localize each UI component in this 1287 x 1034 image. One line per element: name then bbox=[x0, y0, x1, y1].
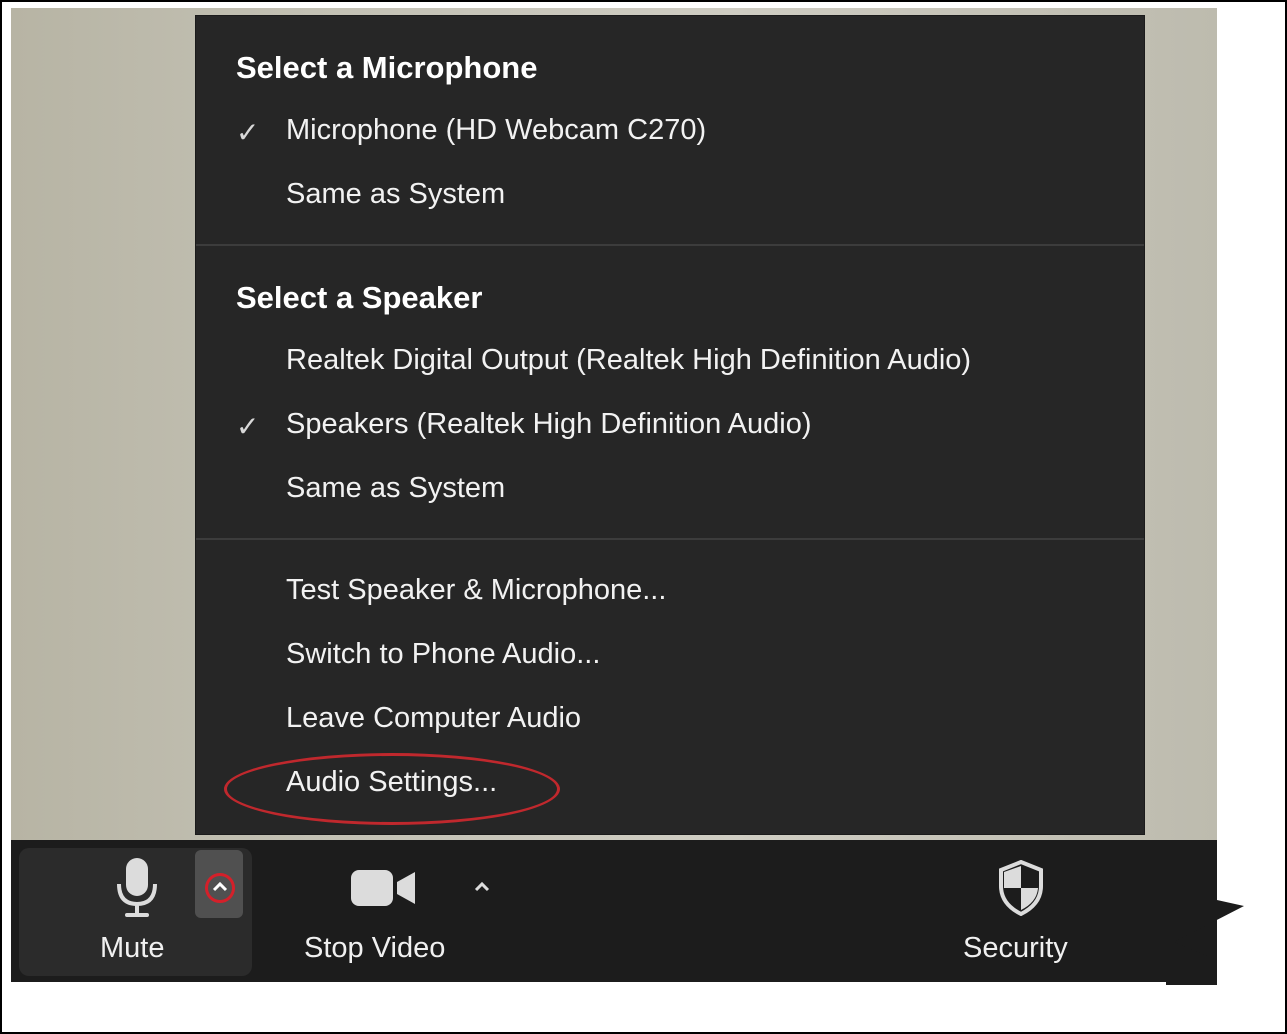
stop-video-label[interactable]: Stop Video bbox=[304, 932, 445, 965]
audio-settings-highlight-ellipse bbox=[224, 753, 560, 825]
menu-item-microphone-hd-webcam[interactable]: Microphone (HD Webcam C270) bbox=[286, 114, 706, 147]
check-icon: ✓ bbox=[236, 411, 260, 442]
screenshot-frame: Select a Microphone ✓ Microphone (HD Web… bbox=[0, 0, 1287, 1034]
check-icon: ✓ bbox=[236, 117, 260, 148]
menu-divider bbox=[196, 538, 1144, 540]
menu-item-test-speaker-microphone[interactable]: Test Speaker & Microphone... bbox=[286, 574, 666, 607]
security-label[interactable]: Security bbox=[963, 932, 1068, 965]
audio-options-menu: Select a Microphone ✓ Microphone (HD Web… bbox=[196, 16, 1144, 834]
microphone-icon[interactable] bbox=[115, 858, 159, 920]
menu-item-microphone-same-as-system[interactable]: Same as System bbox=[286, 178, 505, 211]
menu-item-leave-computer-audio[interactable]: Leave Computer Audio bbox=[286, 702, 581, 735]
meeting-toolbar: Mute Stop Video Security bbox=[11, 840, 1217, 982]
caret-highlight-circle bbox=[205, 873, 235, 903]
menu-item-speaker-same-as-system[interactable]: Same as System bbox=[286, 472, 505, 505]
video-chevron-up-icon[interactable] bbox=[473, 878, 491, 896]
menu-item-realtek-digital-output[interactable]: Realtek Digital Output (Realtek High Def… bbox=[286, 344, 971, 377]
shield-icon[interactable] bbox=[997, 859, 1045, 917]
menu-item-speakers-realtek[interactable]: Speakers (Realtek High Definition Audio) bbox=[286, 408, 812, 441]
callout-arrow bbox=[1166, 880, 1256, 990]
mute-label[interactable]: Mute bbox=[100, 932, 164, 965]
microphone-section-header: Select a Microphone bbox=[236, 50, 538, 85]
speaker-section-header: Select a Speaker bbox=[236, 280, 483, 315]
menu-item-switch-to-phone-audio[interactable]: Switch to Phone Audio... bbox=[286, 638, 600, 671]
video-camera-icon[interactable] bbox=[351, 868, 417, 908]
menu-divider bbox=[196, 244, 1144, 246]
